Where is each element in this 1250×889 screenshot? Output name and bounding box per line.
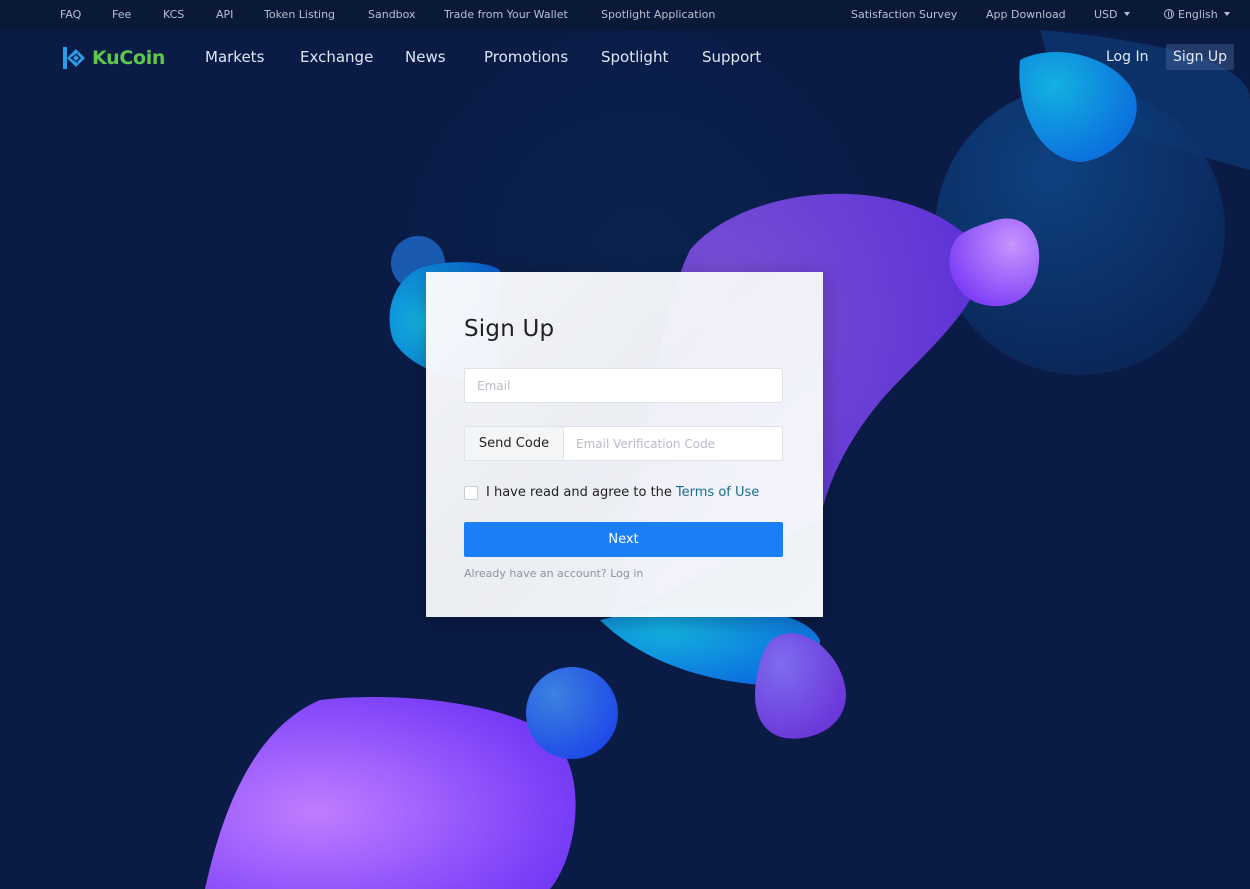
verification-code-group: Send Code xyxy=(464,426,783,461)
nav-link-exchange[interactable]: Exchange xyxy=(300,48,373,66)
nav-link-promotions[interactable]: Promotions xyxy=(484,48,568,66)
terms-checkbox[interactable] xyxy=(464,485,478,500)
globe-icon xyxy=(1164,9,1174,19)
chevron-down-icon xyxy=(1123,12,1130,16)
already-have-account-login-link[interactable]: Already have an account? Log in xyxy=(464,567,643,580)
terms-of-use-link[interactable]: Terms of Use xyxy=(676,485,759,500)
brand-name: KuCoin xyxy=(92,47,166,69)
topbar-link-app-download[interactable]: App Download xyxy=(986,8,1066,21)
nav-link-spotlight[interactable]: Spotlight xyxy=(601,48,668,66)
topbar-link-satisfaction-survey[interactable]: Satisfaction Survey xyxy=(851,8,957,21)
topbar-link-sandbox[interactable]: Sandbox xyxy=(368,8,416,21)
topbar-link-api[interactable]: API xyxy=(216,8,233,21)
currency-label: USD xyxy=(1094,8,1118,21)
main-nav: KuCoin Markets Exchange News Promotions … xyxy=(0,30,1250,86)
terms-agree-text: I have read and agree to the xyxy=(486,485,672,500)
email-field-wrapper xyxy=(464,368,783,403)
terms-agreement: I have read and agree to the Terms of Us… xyxy=(464,485,759,500)
topbar-link-fee[interactable]: Fee xyxy=(112,8,131,21)
topbar-link-spotlight-application[interactable]: Spotlight Application xyxy=(601,8,715,21)
language-selector[interactable]: English xyxy=(1164,8,1230,21)
topbar-link-kcs[interactable]: KCS xyxy=(163,8,184,21)
next-button[interactable]: Next xyxy=(464,522,783,557)
kucoin-logo[interactable]: KuCoin xyxy=(60,44,165,72)
nav-link-support[interactable]: Support xyxy=(702,48,761,66)
send-code-button[interactable]: Send Code xyxy=(465,427,564,460)
topbar-link-token-listing[interactable]: Token Listing xyxy=(264,8,335,21)
email-input[interactable] xyxy=(465,369,782,402)
kucoin-logo-icon xyxy=(63,47,85,69)
nav-link-news[interactable]: News xyxy=(405,48,446,66)
signup-card: Sign Up Send Code I have read and agree … xyxy=(426,272,823,617)
top-utility-bar: FAQ Fee KCS API Token Listing Sandbox Tr… xyxy=(0,0,1250,30)
verification-code-input[interactable] xyxy=(564,427,782,460)
signup-button[interactable]: Sign Up xyxy=(1166,44,1234,70)
nav-link-markets[interactable]: Markets xyxy=(205,48,264,66)
language-label: English xyxy=(1178,8,1218,21)
chevron-down-icon xyxy=(1223,12,1230,16)
topbar-link-faq[interactable]: FAQ xyxy=(60,8,81,21)
login-link[interactable]: Log In xyxy=(1106,49,1148,65)
currency-selector[interactable]: USD xyxy=(1094,8,1130,21)
form-title: Sign Up xyxy=(464,316,555,342)
topbar-link-trade-from-wallet[interactable]: Trade from Your Wallet xyxy=(444,8,568,21)
